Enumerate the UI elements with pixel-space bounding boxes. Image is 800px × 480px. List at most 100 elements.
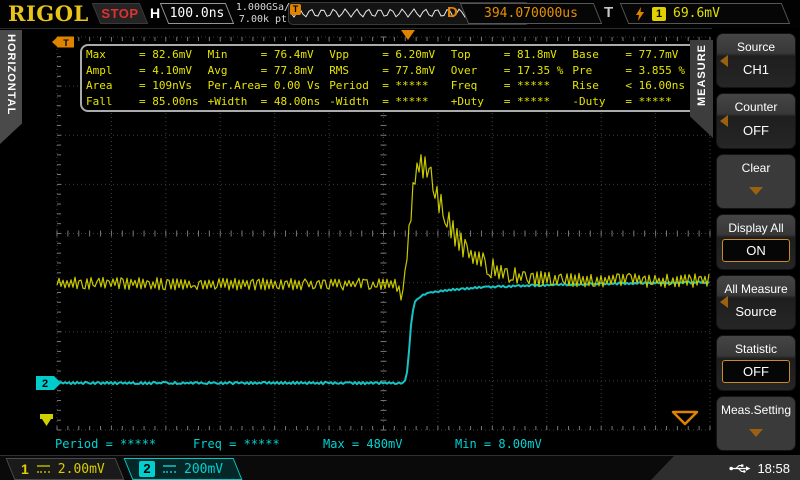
left-arrow-icon: [720, 115, 728, 127]
trigger-label: T: [604, 4, 613, 21]
channel1-number: 1: [21, 461, 29, 477]
usb-icon: [729, 463, 751, 474]
measurement-avg: Avg= 77.8mV: [208, 64, 330, 77]
run-status-text: STOP: [101, 6, 138, 21]
measurement-freq: Freq= *****: [451, 79, 573, 92]
softkey-value: ON: [722, 239, 790, 262]
run-status-badge: STOP: [92, 3, 148, 24]
dc-coupling-icon: [163, 465, 176, 473]
clock-area: 18:58: [650, 456, 800, 480]
trigger-info-box: 1 69.6mV: [620, 3, 790, 24]
ch1-trace: [57, 155, 709, 300]
softkey-label: Statistic: [717, 336, 795, 356]
measurement-period: Period= *****: [329, 79, 451, 92]
measurement-ampl: Ampl= 4.10mV: [86, 64, 208, 77]
tab-horizontal[interactable]: HORIZONTAL: [0, 30, 22, 144]
measurement-top: Top= 81.8mV: [451, 48, 573, 61]
channel1-badge[interactable]: 1 2.00mV: [6, 458, 125, 480]
measurement-duty: +Duty= *****: [451, 95, 573, 108]
measurement-value: = 82.6mV: [139, 48, 192, 61]
measurement-name: Fall: [86, 95, 139, 108]
measurement-name: Max: [86, 48, 139, 61]
measurement-row: Area= 109nVsPer.Area= 0.00 VsPeriod= ***…: [86, 78, 694, 94]
channel2-offset-marker-label: 2: [42, 378, 48, 390]
measurement-name: Vpp: [329, 48, 382, 61]
menu-statistic-button[interactable]: Statistic OFF: [716, 335, 796, 390]
measurement-value: = *****: [625, 95, 671, 108]
measurement-row: Ampl= 4.10mVAvg= 77.8mVRMS= 77.8mVOver= …: [86, 63, 694, 79]
channel2-offset-marker: [36, 376, 61, 390]
measurement-name: Per.Area: [208, 79, 261, 92]
tab-measure[interactable]: MEASURE: [690, 40, 713, 138]
measurement-name: RMS: [329, 64, 382, 77]
measurement-base: Base= 77.7mV: [572, 48, 694, 61]
softkey-label: Clear: [717, 155, 795, 181]
status-freq: Freq = *****: [193, 437, 280, 451]
channel2-badge[interactable]: 2 200mV: [124, 458, 243, 480]
measurement-width: +Width= 48.00ns: [208, 95, 330, 108]
measurement-over: Over= 17.35 %: [451, 64, 573, 77]
measurement-duty: -Duty= *****: [572, 95, 694, 108]
menu-all-measure-button[interactable]: All MeasureSource: [716, 275, 796, 330]
measurement-value: = *****: [504, 95, 550, 108]
measurement-row: Max= 82.6mVMin= 76.4mVVpp= 6.20mVTop= 81…: [86, 47, 694, 63]
measurement-name: Min: [208, 48, 261, 61]
softkey-value: Source: [717, 304, 795, 319]
down-arrow-icon: [749, 187, 763, 195]
menu-source-button[interactable]: SourceCH1: [716, 33, 796, 88]
measurement-value: = 77.8mV: [382, 64, 435, 77]
measurement-name: Over: [451, 64, 504, 77]
softkey-value: OFF: [722, 360, 790, 383]
channel1-offset-clamped-arrow: [42, 419, 51, 426]
clock: 18:58: [757, 461, 790, 476]
trigger-delay-value: 394.070000us: [484, 6, 578, 21]
measurement-value: = 77.8mV: [261, 64, 314, 77]
measurement-min: Min= 76.4mV: [208, 48, 330, 61]
measurement-value: = 76.4mV: [261, 48, 314, 61]
measurement-value: = 85.00ns: [139, 95, 199, 108]
measurement-fall: Fall= 85.00ns: [86, 95, 208, 108]
trigger-level-value: 69.6mV: [673, 6, 720, 21]
trigger-slope-icon: [635, 7, 645, 21]
status-max: Max = 480mV: [323, 437, 402, 451]
down-arrow-icon: [749, 429, 763, 437]
softkey-label: Source: [717, 34, 795, 60]
measurement-name: Base: [572, 48, 625, 61]
oscilloscope-screen: T2 RIGOL STOP H 100.0ns 1.000GSa/s 7.00k…: [0, 0, 800, 480]
left-arrow-icon: [720, 55, 728, 67]
delay-label: D: [447, 4, 458, 21]
measurement-name: -Duty: [572, 95, 625, 108]
measurement-name: Pre: [572, 64, 625, 77]
dc-coupling-icon: [37, 465, 50, 473]
measurement-name: Top: [451, 48, 504, 61]
trigger-time-flag-label: T: [63, 38, 69, 48]
measurement-pre: Pre= 3.855 %: [572, 64, 694, 77]
measurement-area: Area= 109nVs: [86, 79, 208, 92]
menu-counter-button[interactable]: CounterOFF: [716, 93, 796, 148]
ch2-trace: [57, 281, 709, 384]
measurement-per-area: Per.Area= 0.00 Vs: [208, 79, 330, 92]
tab-horizontal-label: HORIZONTAL: [5, 30, 17, 115]
measurement-vpp: Vpp= 6.20mV: [329, 48, 451, 61]
measurement-name: Avg: [208, 64, 261, 77]
menu-display-all-button[interactable]: Display All ON: [716, 214, 796, 269]
softkey-label: Display All: [717, 215, 795, 235]
measurement-row: Fall= 85.00ns+Width= 48.00ns-Width= ****…: [86, 94, 694, 110]
trigger-position-icon: T: [290, 4, 301, 15]
tab-measure-label: MEASURE: [696, 40, 708, 106]
trigger-delay-box: 394.070000us: [460, 3, 602, 24]
measurement-value: = 81.8mV: [504, 48, 557, 61]
measurement-name: Freq: [451, 79, 504, 92]
measurement-panel: Max= 82.6mVMin= 76.4mVVpp= 6.20mVTop= 81…: [80, 44, 700, 112]
channel2-number: 2: [139, 461, 155, 477]
softkey-value: OFF: [717, 123, 795, 138]
trigger-time-flag: [52, 37, 74, 48]
status-period: Period = *****: [55, 437, 156, 451]
menu-meas-setting-button[interactable]: Meas.Setting: [716, 396, 796, 451]
measurement-value: = 0.00 Vs: [261, 79, 321, 92]
menu-clear-button[interactable]: Clear: [716, 154, 796, 209]
horizontal-label: H: [150, 5, 160, 21]
measurement-value: = 3.855 %: [625, 64, 685, 77]
measurement-value: < 16.00ns: [625, 79, 685, 92]
left-arrow-icon: [720, 296, 728, 308]
